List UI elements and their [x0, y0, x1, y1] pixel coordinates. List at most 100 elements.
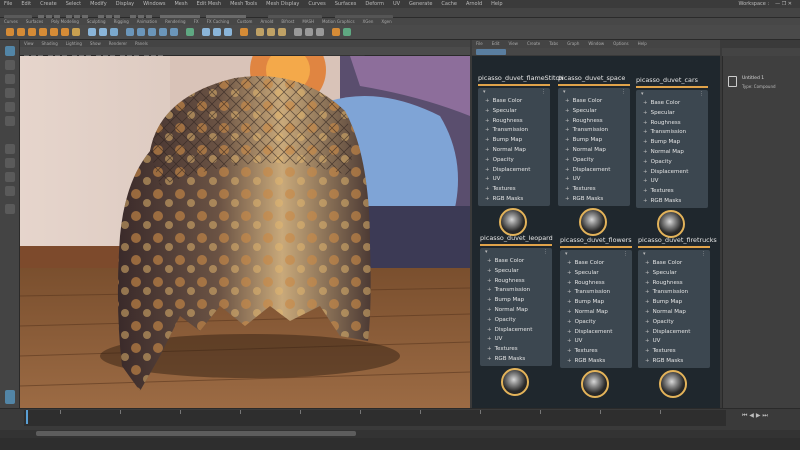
hs-menu-help[interactable]: Help — [638, 40, 647, 48]
shader-node[interactable]: picasso_duvet_space ▾ ⋮ + Base Color + Spec… — [558, 74, 630, 236]
attr-normal-map[interactable]: + Normal Map — [480, 306, 552, 316]
hs-menu-edit[interactable]: Edit — [492, 40, 500, 48]
attr-base-color[interactable]: + Base Color — [558, 97, 630, 107]
shelf-tab-fx-caching[interactable]: FX Caching — [207, 18, 229, 25]
attr-textures[interactable]: + Textures — [636, 187, 708, 197]
shelf-ipr-icon[interactable] — [343, 28, 351, 36]
node-menu-icon[interactable]: ⋮ — [621, 88, 626, 96]
workspace-selector[interactable]: Workspace : — ❐ ✕ — [739, 0, 800, 8]
expand-arrow-icon[interactable]: ▾ — [485, 249, 488, 255]
expand-arrow-icon[interactable]: ▾ — [563, 89, 566, 95]
shelf-tab-curves[interactable]: Curves — [4, 18, 18, 25]
shelf-tab-rendering[interactable]: Rendering — [165, 18, 185, 25]
shader-node[interactable]: picasso_duvet_firetrucks ▾ ⋮ + Base Color … — [638, 236, 717, 398]
shelf-cone-icon[interactable] — [39, 28, 47, 36]
shelf-delete-history-icon[interactable] — [305, 28, 313, 36]
attr-normal-map[interactable]: + Normal Map — [558, 146, 630, 156]
shelf-tab-xgen-2[interactable]: Xgen — [381, 18, 391, 25]
hs-menu-graph[interactable]: Graph — [567, 40, 579, 48]
shelf-combine-icon[interactable] — [88, 28, 96, 36]
attr-rgb-masks[interactable]: + RGB Masks — [638, 357, 710, 367]
select-tool-icon[interactable] — [5, 46, 15, 56]
shader-node[interactable]: picasso_duvet_leopard ▾ ⋮ + Base Color + Sp… — [480, 234, 553, 396]
menu-mesh-display[interactable]: Mesh Display — [266, 0, 299, 8]
attr-transmission[interactable]: + Transmission — [558, 126, 630, 136]
viewport-menu-panels[interactable]: Panels — [135, 40, 148, 47]
shelf-cube-icon[interactable] — [17, 28, 25, 36]
viewport-menu-view[interactable]: View — [24, 40, 34, 47]
attr-rgb-masks[interactable]: + RGB Masks — [480, 355, 552, 365]
node-menu-icon[interactable]: ⋮ — [541, 88, 546, 96]
outliner-view-icon[interactable] — [5, 186, 15, 196]
shelf-freeze-icon[interactable] — [316, 28, 324, 36]
attr-opacity[interactable]: + Opacity — [560, 318, 632, 328]
attr-roughness[interactable]: + Roughness — [480, 277, 552, 287]
expand-arrow-icon[interactable]: ▾ — [565, 251, 568, 257]
current-time-indicator[interactable] — [26, 410, 28, 424]
move-tool-icon[interactable] — [5, 88, 15, 98]
menu-create[interactable]: Create — [40, 0, 57, 8]
viewport-menu-shading[interactable]: Shading — [42, 40, 58, 47]
shelf-target-weld-icon[interactable] — [224, 28, 232, 36]
hs-menu-create[interactable]: Create — [527, 40, 540, 48]
attr-roughness[interactable]: + Roughness — [638, 279, 710, 289]
shelf-cylinder-icon[interactable] — [28, 28, 36, 36]
shelf-tab-surfaces[interactable]: Surfaces — [26, 18, 43, 25]
attr-opacity[interactable]: + Opacity — [636, 158, 708, 168]
shelf-fill-hole-icon[interactable] — [170, 28, 178, 36]
shelf-tab-xgen[interactable]: XGen — [363, 18, 374, 25]
hs-menu-window[interactable]: Window — [588, 40, 604, 48]
attr-rgb-masks[interactable]: + RGB Masks — [560, 357, 632, 367]
attr-textures[interactable]: + Textures — [560, 347, 632, 357]
menu-deform[interactable]: Deform — [365, 0, 384, 8]
paint-select-icon[interactable] — [5, 74, 15, 84]
attr-specular[interactable]: + Specular — [478, 107, 550, 117]
attr-base-color[interactable]: + Base Color — [478, 97, 550, 107]
node-menu-icon[interactable]: ⋮ — [543, 248, 548, 256]
attr-base-color[interactable]: + Base Color — [638, 259, 710, 269]
menu-uv[interactable]: UV — [393, 0, 400, 8]
command-line[interactable] — [0, 438, 800, 450]
shelf-torus-icon[interactable] — [50, 28, 58, 36]
shelf-render-icon[interactable] — [332, 28, 340, 36]
menu-generate[interactable]: Generate — [409, 0, 432, 8]
attr-rgb-masks[interactable]: + RGB Masks — [558, 195, 630, 205]
menu-mesh[interactable]: Mesh — [174, 0, 187, 8]
attr-uv[interactable]: + UV — [638, 337, 710, 347]
lasso-tool-icon[interactable] — [5, 60, 15, 70]
menu-surfaces[interactable]: Surfaces — [335, 0, 357, 8]
menu-edit-mesh[interactable]: Edit Mesh — [197, 0, 221, 8]
single-view-icon[interactable] — [5, 144, 15, 154]
attr-normal-map[interactable]: + Normal Map — [638, 308, 710, 318]
attr-base-color[interactable]: + Base Color — [636, 99, 708, 109]
attr-uv[interactable]: + UV — [636, 177, 708, 187]
shelf-tab-mash[interactable]: MASH — [302, 18, 314, 25]
attr-textures[interactable]: + Textures — [558, 185, 630, 195]
attr-uv[interactable]: + UV — [478, 175, 550, 185]
hs-menu-view[interactable]: View — [508, 40, 518, 48]
node-menu-icon[interactable]: ⋮ — [623, 250, 628, 258]
shelf-bridge-icon[interactable] — [137, 28, 145, 36]
menu-edit[interactable]: Edit — [21, 0, 31, 8]
material-swatch[interactable] — [659, 370, 687, 398]
window-controls-icon[interactable]: — ❐ ✕ — [775, 0, 792, 8]
attr-opacity[interactable]: + Opacity — [480, 316, 552, 326]
scale-tool-icon[interactable] — [5, 116, 15, 126]
attr-specular[interactable]: + Specular — [560, 269, 632, 279]
menu-curves[interactable]: Curves — [308, 0, 325, 8]
attr-base-color[interactable]: + Base Color — [480, 257, 552, 267]
viewport-persp[interactable] — [20, 56, 470, 408]
menu-help[interactable]: Help — [491, 0, 502, 8]
attr-displacement[interactable]: + Displacement — [636, 168, 708, 178]
shelf-tab-arnold[interactable]: Arnold — [260, 18, 273, 25]
attr-roughness[interactable]: + Roughness — [558, 117, 630, 127]
attr-bump-map[interactable]: + Bump Map — [638, 298, 710, 308]
shader-node[interactable]: picasso_duvet_cars ▾ ⋮ + Base Color + Specu… — [636, 76, 708, 238]
attr-displacement[interactable]: + Displacement — [560, 328, 632, 338]
attr-bump-map[interactable]: + Bump Map — [560, 298, 632, 308]
attr-displacement[interactable]: + Displacement — [480, 326, 552, 336]
attr-displacement[interactable]: + Displacement — [638, 328, 710, 338]
viewport-menu-show[interactable]: Show — [90, 40, 101, 47]
attr-textures[interactable]: + Textures — [480, 345, 552, 355]
attr-transmission[interactable]: + Transmission — [638, 288, 710, 298]
